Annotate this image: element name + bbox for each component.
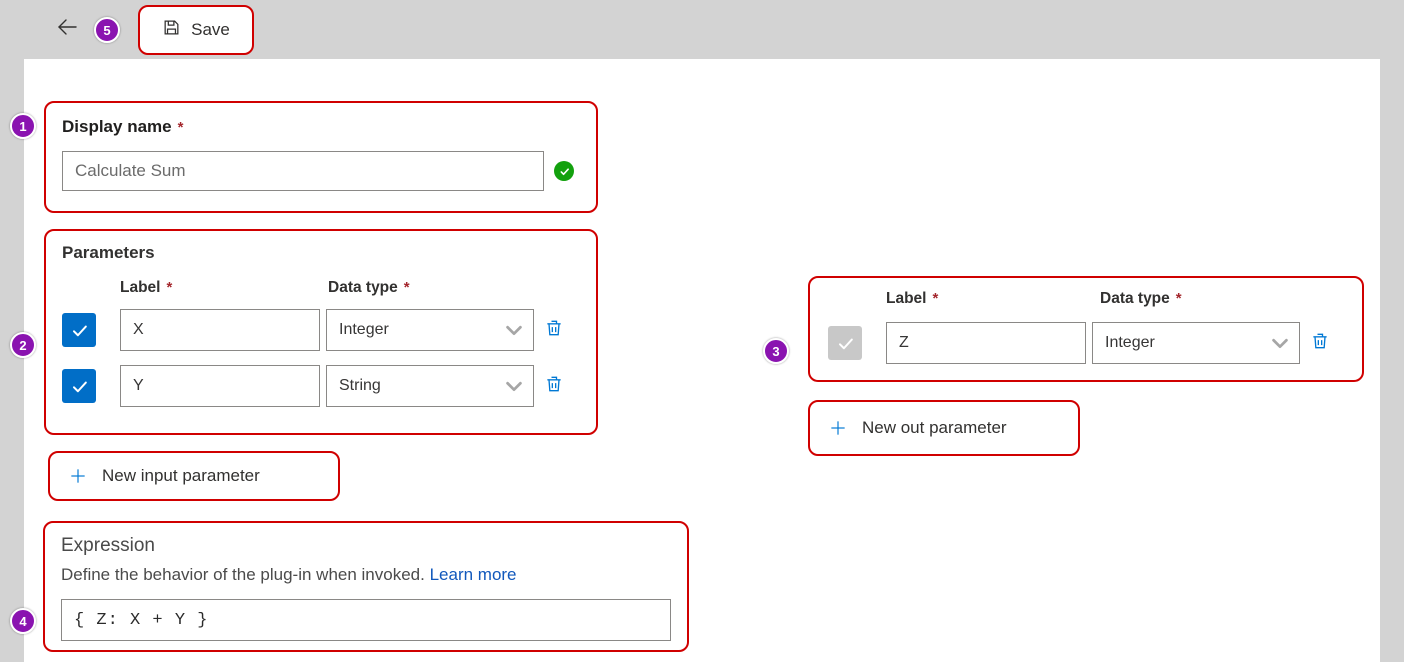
param-row: String (62, 365, 582, 407)
new-out-parameter-label: New out parameter (862, 418, 1007, 438)
chevron-down-icon (503, 319, 525, 341)
display-name-section: Display name* (44, 101, 598, 213)
save-icon (162, 18, 181, 42)
param-checked-icon[interactable] (62, 369, 96, 403)
new-input-parameter-label: New input parameter (102, 466, 260, 486)
out-col-header-type: Data type* (1100, 290, 1348, 308)
new-input-parameter-button[interactable]: New input parameter (48, 451, 340, 501)
param-label-input[interactable] (120, 365, 320, 407)
plus-icon (828, 418, 848, 438)
save-button[interactable]: Save (138, 5, 254, 55)
param-label-input[interactable] (120, 309, 320, 351)
param-checked-icon[interactable] (62, 313, 96, 347)
param-type-select[interactable]: Integer (326, 309, 534, 351)
param-type-select[interactable]: String (326, 365, 534, 407)
out-param-label-input[interactable] (886, 322, 1086, 364)
valid-check-icon (554, 161, 574, 181)
input-parameters-section: Parameters Label* Data type* Integer Str… (44, 229, 598, 435)
display-name-label: Display name* (62, 117, 580, 137)
display-name-input[interactable] (62, 151, 544, 191)
out-param-checked-icon[interactable] (828, 326, 862, 360)
callout-5: 5 (94, 17, 120, 43)
callout-2: 2 (10, 332, 36, 358)
col-header-type: Data type* (328, 279, 582, 297)
out-col-header-label: Label* (886, 290, 1100, 308)
out-param-type-select[interactable]: Integer (1092, 322, 1300, 364)
chevron-down-icon (503, 375, 525, 397)
delete-param-button[interactable] (544, 374, 568, 398)
col-header-label: Label* (120, 279, 328, 297)
parameters-title: Parameters (62, 243, 582, 263)
expression-input[interactable]: { Z: X + Y } (61, 599, 671, 641)
out-parameters-section: Label* Data type* Integer (808, 276, 1364, 382)
delete-out-param-button[interactable] (1310, 331, 1334, 355)
callout-1: 1 (10, 113, 36, 139)
out-param-row: Integer (828, 322, 1348, 364)
callout-3: 3 (763, 338, 789, 364)
save-label: Save (191, 20, 230, 40)
delete-param-button[interactable] (544, 318, 568, 342)
plus-icon (68, 466, 88, 486)
expression-title: Expression (61, 535, 671, 557)
callout-4: 4 (10, 608, 36, 634)
learn-more-link[interactable]: Learn more (430, 565, 517, 584)
new-out-parameter-button[interactable]: New out parameter (808, 400, 1080, 456)
expression-section: Expression Define the behavior of the pl… (43, 521, 689, 652)
expression-desc: Define the behavior of the plug-in when … (61, 565, 671, 585)
chevron-down-icon (1269, 332, 1291, 354)
param-row: Integer (62, 309, 582, 351)
back-button[interactable] (55, 15, 79, 45)
